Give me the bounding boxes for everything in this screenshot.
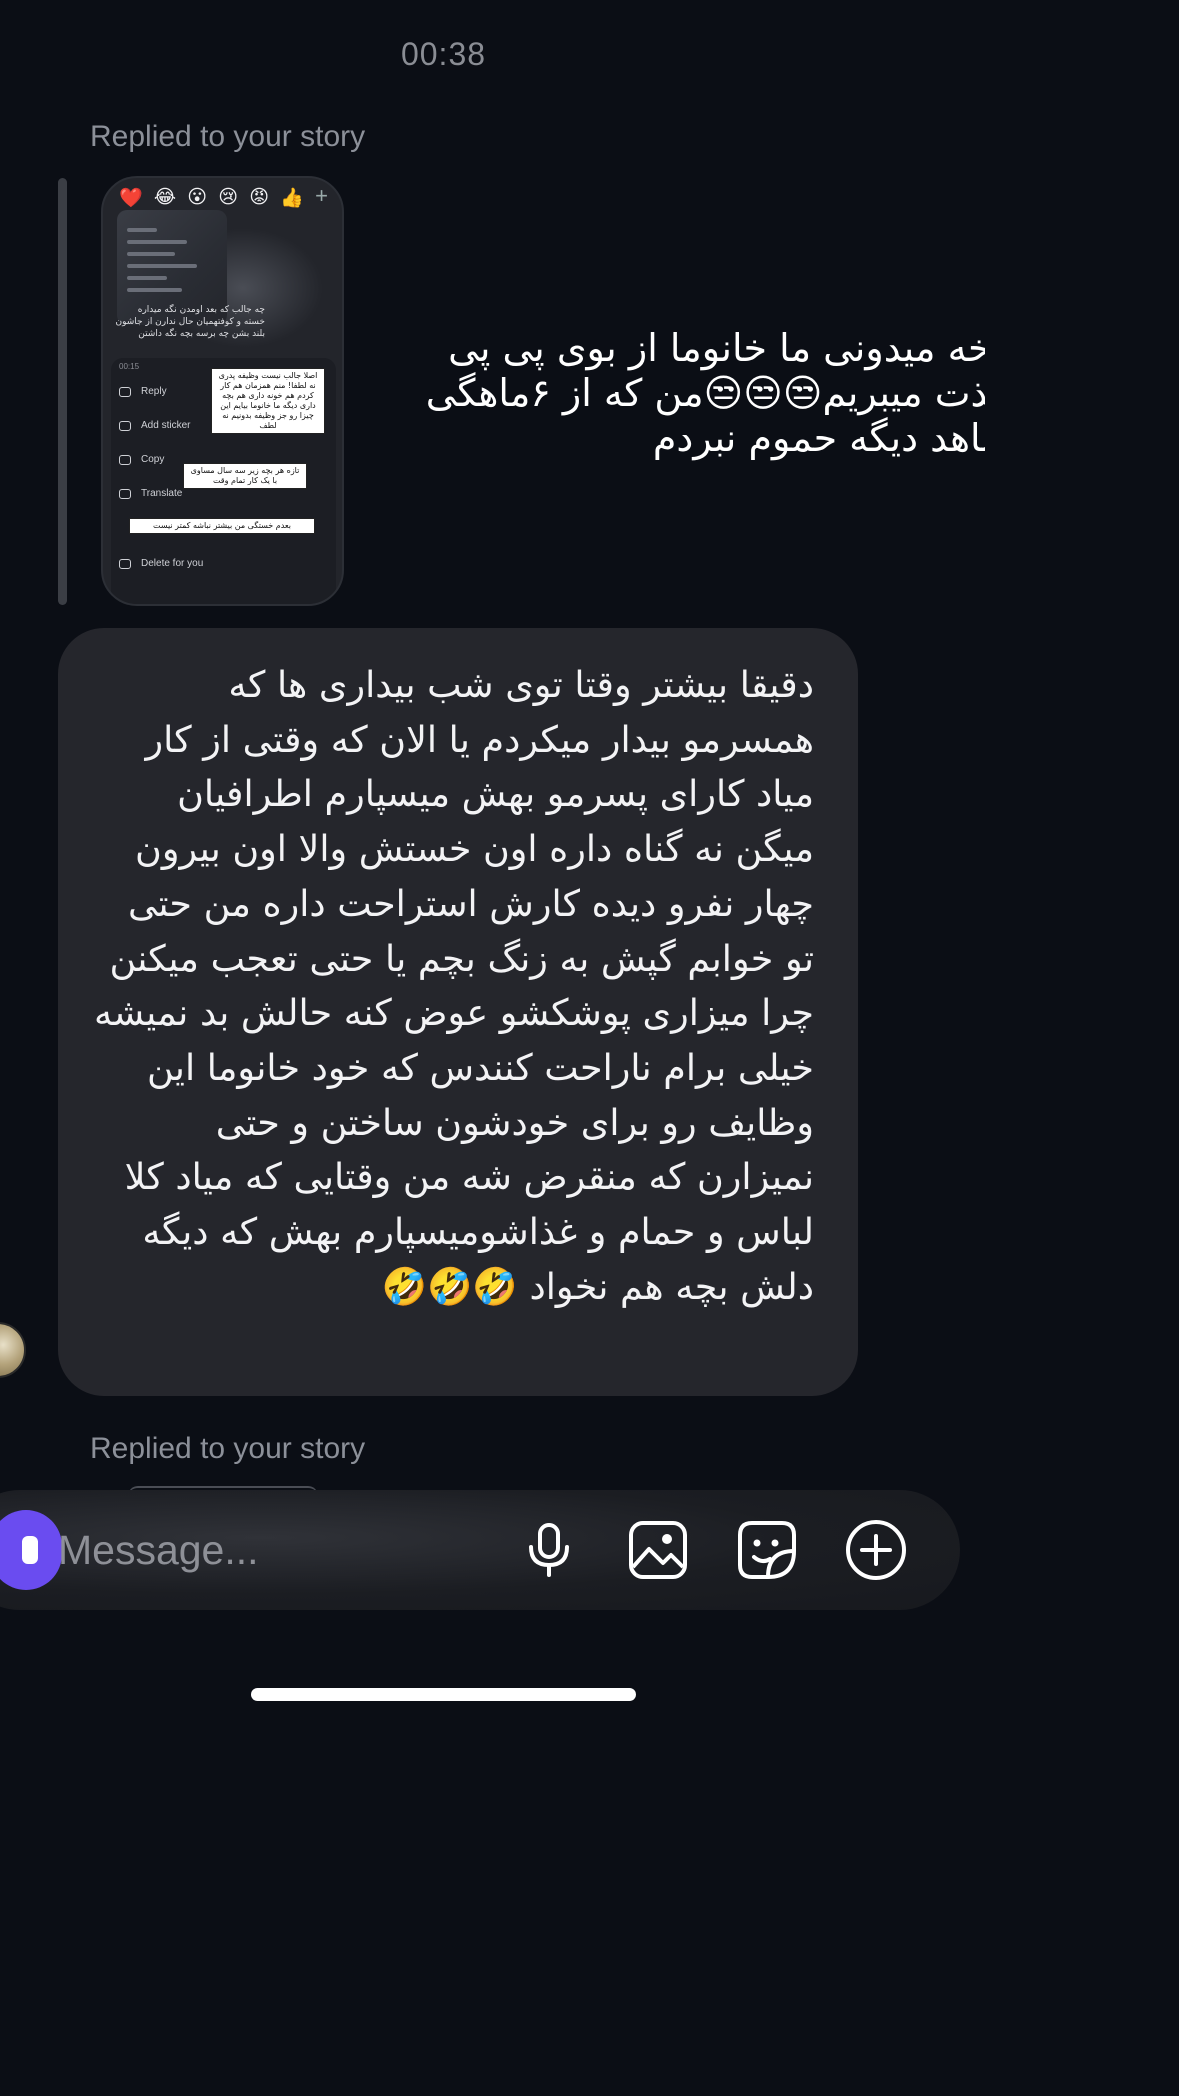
story-caption: چه جالب که بعد اومدن نگه میداره خسته و ک… xyxy=(115,305,266,339)
message-input[interactable] xyxy=(58,1520,418,1580)
image-icon xyxy=(629,1521,687,1579)
gallery-button[interactable] xyxy=(624,1516,692,1584)
reaction-emoji: 😢 xyxy=(218,186,239,208)
sticker-icon xyxy=(119,420,131,431)
reply-indicator-bar xyxy=(58,178,67,605)
menu-time: 00:15 xyxy=(119,362,140,371)
reaction-emoji: 😮 xyxy=(187,186,208,208)
menu-item-add-sticker: Add sticker xyxy=(119,420,190,431)
menu-item-copy: Copy xyxy=(119,454,164,465)
trash-icon xyxy=(119,558,131,569)
replied-to-story-label: Replied to your story xyxy=(90,1432,366,1465)
reply-message[interactable]: اخه میدونی ما خانوما از بوی پی پی لذت می… xyxy=(420,326,985,461)
reaction-emoji: 😡 xyxy=(249,186,270,208)
story-text-sticker: بعدم خستگی من بیشتر نباشه کمتر نیست xyxy=(129,518,315,534)
message-composer xyxy=(0,1490,960,1610)
add-reaction-icon: + xyxy=(315,183,328,208)
menu-item-delete: Delete for you xyxy=(119,558,203,569)
plus-circle-icon xyxy=(846,1520,906,1580)
menu-item-reply: Reply xyxy=(119,386,167,397)
timestamp: 00:38 xyxy=(400,36,487,72)
home-indicator[interactable] xyxy=(251,1688,636,1701)
menu-item-translate: Translate xyxy=(119,488,182,499)
camera-icon xyxy=(22,1536,38,1564)
message-bubble[interactable]: دقیقا بیشتر وقتا توی شب بیداری ها که همس… xyxy=(58,628,858,1396)
reply-icon xyxy=(119,386,131,397)
reaction-emoji: 😂 xyxy=(153,186,177,208)
chat-screen: 00:38 Replied to your story ❤️ 😂 😮 😢 😡 👍… xyxy=(0,0,1179,2096)
copy-icon xyxy=(119,454,131,465)
replied-to-story-label: Replied to your story xyxy=(90,120,366,153)
story-text-sticker: تازه هر بچه زیر سه سال مساوی با یک کار ت… xyxy=(183,463,307,489)
reaction-emoji: 👍 xyxy=(280,187,304,209)
sticker-button[interactable] xyxy=(733,1516,801,1584)
conversation-area: 00:38 Replied to your story ❤️ 😂 😮 😢 😡 👍… xyxy=(0,0,985,1712)
message-text: دقیقا بیشتر وقتا توی شب بیداری ها که همس… xyxy=(93,663,814,1308)
sticker-icon xyxy=(738,1521,796,1579)
reaction-emoji: ❤️ xyxy=(119,187,143,209)
story-text-sticker: اصلا جالب نیست وظیفه پدری نه لطفا! منم ه… xyxy=(211,368,325,434)
story-reaction-row: ❤️ 😂 😮 😢 😡 👍 + xyxy=(119,183,328,210)
story-thumbnail[interactable]: ❤️ 😂 😮 😢 😡 👍 + چه جالب که بعد اومدن نگه … xyxy=(101,176,344,606)
more-button[interactable] xyxy=(842,1516,910,1584)
reply-message-text: اخه میدونی ما خانوما از بوی پی پی لذت می… xyxy=(425,326,985,460)
microphone-button[interactable] xyxy=(515,1516,583,1584)
translate-icon xyxy=(119,488,131,499)
avatar[interactable] xyxy=(0,1322,26,1378)
microphone-icon xyxy=(529,1523,569,1577)
camera-button[interactable] xyxy=(0,1510,62,1590)
